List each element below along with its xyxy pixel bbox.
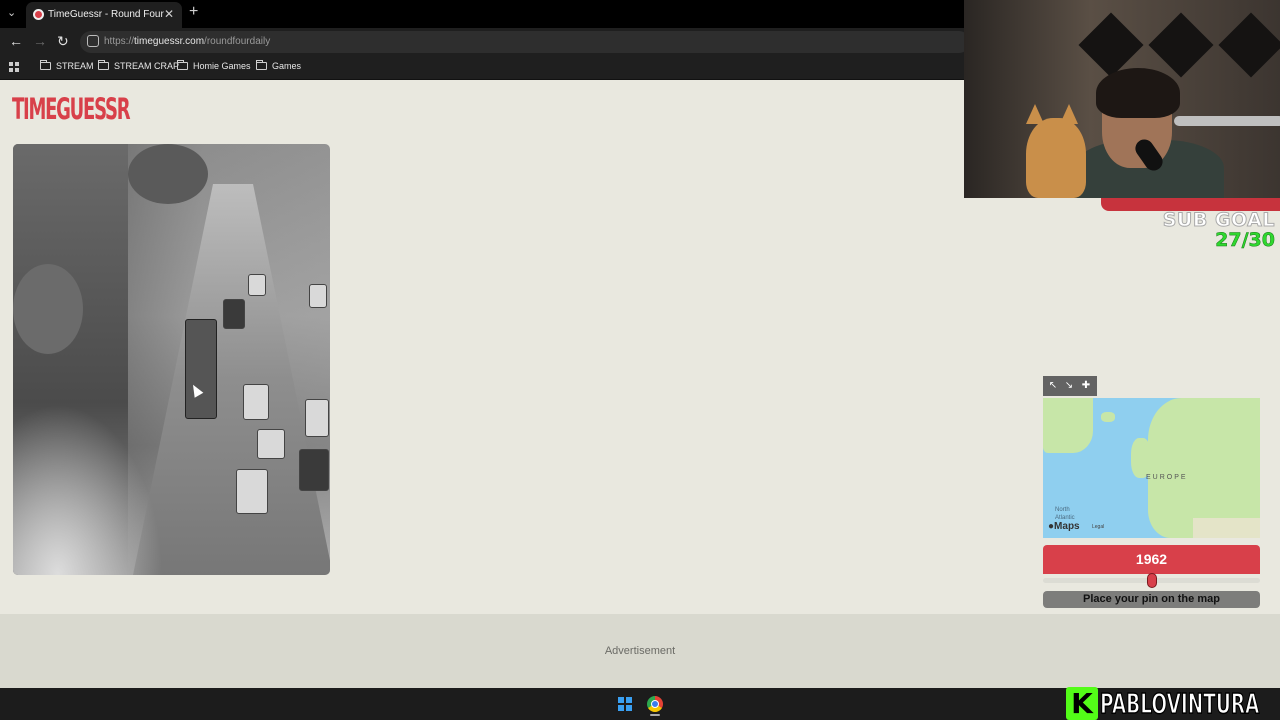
bookmark-stream-crap[interactable]: STREAM CRAP [98, 60, 179, 71]
resize-nw-icon[interactable]: ↖ [1047, 380, 1059, 392]
browser-tab-active[interactable]: TimeGuessr - Round Four ✕ [26, 2, 182, 28]
photo-tree [13, 264, 83, 354]
photo-car [248, 274, 266, 296]
new-tab-plus-icon[interactable]: + [189, 3, 198, 21]
screen: ⌄ TimeGuessr - Round Four ✕ + ← → ↻ http… [0, 0, 1280, 720]
photo-car [236, 469, 268, 514]
address-bar[interactable]: https://timeguessr.com/roundfourdaily [80, 31, 970, 53]
tab-search-chevron-icon[interactable]: ⌄ [7, 6, 16, 19]
streamer-name: PABLOVINTURA [1100, 686, 1260, 720]
pin-icon[interactable]: ✚ [1080, 380, 1092, 392]
tab-title: TimeGuessr - Round Four [48, 9, 164, 20]
advertisement-label: Advertisement [604, 645, 676, 657]
mic-arm [1174, 116, 1280, 126]
back-arrow-icon[interactable]: ← [9, 33, 23, 49]
photo-car [223, 299, 245, 329]
reload-icon[interactable]: ↻ [57, 33, 69, 50]
dog-ear [1060, 104, 1078, 124]
bookmark-games[interactable]: Games [256, 60, 301, 71]
address-url: https://timeguessr.com/roundfourdaily [104, 36, 271, 47]
round-photo[interactable] [13, 144, 330, 575]
photo-car [243, 384, 269, 420]
photo-car [309, 284, 327, 308]
guess-map[interactable] [1043, 398, 1260, 538]
folder-icon [98, 60, 109, 70]
year-display: 1962 [1043, 545, 1260, 574]
apple-maps-logo: ●Maps [1048, 521, 1080, 532]
acoustic-panel [1218, 12, 1280, 78]
site-info-icon[interactable] [87, 35, 99, 47]
map-africa [1193, 518, 1260, 538]
timeguessr-favicon-icon [33, 9, 44, 20]
apps-grid-icon[interactable] [9, 62, 19, 72]
folder-icon [40, 60, 51, 70]
photo-car [305, 399, 329, 437]
dog [1026, 118, 1086, 198]
subgoal-label: SUB GOAL [1162, 209, 1275, 232]
map-uk [1131, 438, 1151, 478]
folder-icon [177, 60, 188, 70]
bookmark-stream[interactable]: STREAM [40, 60, 94, 71]
acoustic-panel [1148, 12, 1214, 78]
active-app-indicator [650, 714, 660, 716]
dog-ear [1026, 104, 1044, 124]
map-label-europe: EUROPE [1146, 474, 1188, 481]
streamer-tag: K PABLOVINTURA [1066, 686, 1280, 720]
map-label-ocean: North Atlantic [1055, 507, 1075, 521]
bookmark-homie-games[interactable]: Homie Games [177, 60, 251, 71]
forward-arrow-icon[interactable]: → [33, 33, 47, 49]
kick-logo-icon: K [1066, 687, 1098, 720]
subgoal-count: 27/30 [1215, 229, 1275, 252]
map-greenland [1043, 398, 1093, 453]
resize-se-icon[interactable]: ↘ [1063, 380, 1075, 392]
close-tab-icon[interactable]: ✕ [164, 7, 174, 21]
folder-icon [256, 60, 267, 70]
timeguessr-logo[interactable]: TIMEGUESSR [12, 88, 131, 130]
map-iceland [1101, 412, 1115, 422]
streamer-hair [1096, 68, 1180, 118]
map-toolbar: ↖ ↘ ✚ [1043, 376, 1097, 396]
place-pin-button[interactable]: Place your pin on the map [1043, 591, 1260, 608]
map-legal-link[interactable]: Legal [1092, 524, 1104, 530]
photo-tram [185, 319, 217, 419]
photo-tree [128, 144, 208, 204]
photo-car [257, 429, 285, 459]
windows-start-icon[interactable] [618, 697, 632, 711]
chrome-icon[interactable] [647, 696, 663, 712]
map-europe [1148, 398, 1260, 538]
photo-car [299, 449, 329, 491]
photo-haze [13, 404, 163, 575]
year-slider-thumb[interactable] [1146, 573, 1157, 588]
webcam-overlay [964, 0, 1280, 198]
